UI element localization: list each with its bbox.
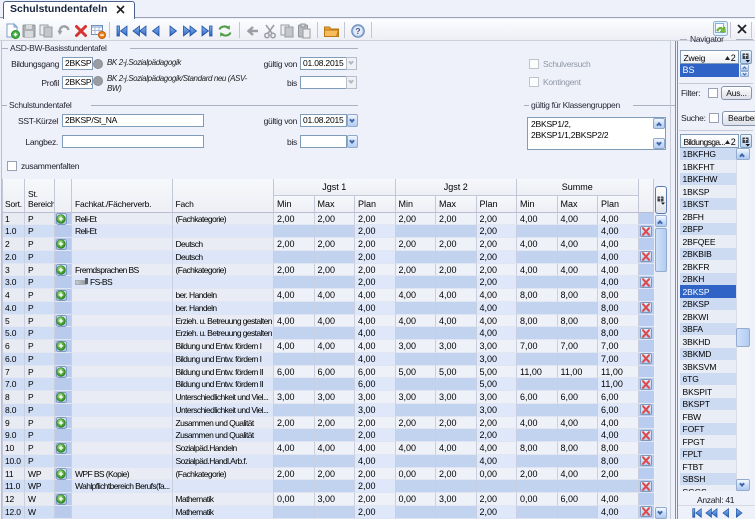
svg-text:?: ? [355, 26, 360, 36]
